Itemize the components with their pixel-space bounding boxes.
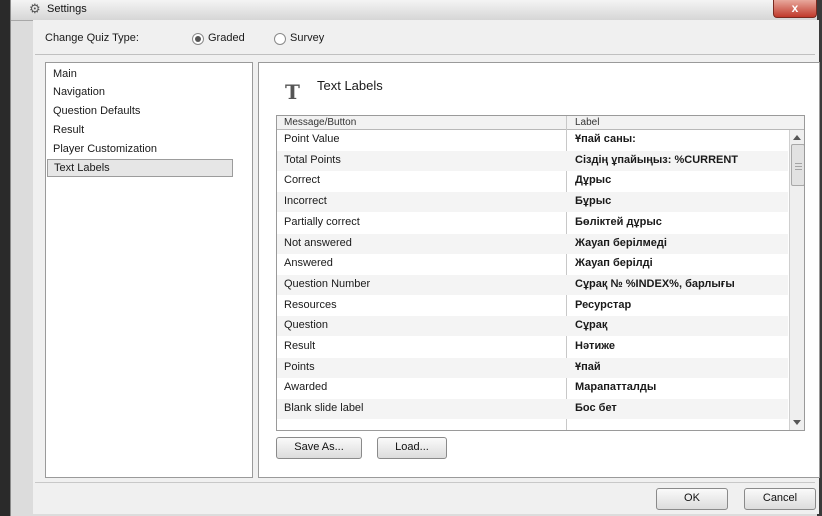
table-row[interactable]: Not answered Жауап берілмеді	[277, 233, 788, 254]
sidebar-item-result[interactable]: Result	[53, 122, 84, 138]
message-cell: Point Value	[284, 133, 340, 145]
message-cell: Result	[284, 340, 316, 352]
table-row[interactable]: Partially correct Бөліктей дұрыс	[277, 213, 788, 233]
message-cell: Awarded	[284, 381, 328, 394]
table-row[interactable]: Result Нәтиже	[277, 337, 788, 357]
radio-graded-label[interactable]: Graded	[208, 32, 245, 44]
scroll-thumb[interactable]: — — —	[791, 144, 804, 186]
label-cell[interactable]: Ұпай саны:	[575, 133, 787, 145]
table-header: Message/Button Label	[277, 116, 804, 130]
load-button[interactable]: Load...	[377, 437, 447, 459]
divider	[35, 54, 815, 55]
message-cell: Points	[284, 360, 315, 373]
message-cell: Not answered	[284, 236, 352, 249]
table-row[interactable]: Total Points Сіздің ұпайыңыз: %CURRENT	[277, 150, 788, 171]
message-cell: Partially correct	[284, 215, 360, 228]
scroll-up-arrow-icon[interactable]	[793, 135, 801, 140]
table-row[interactable]: Answered Жауап берілді	[277, 254, 788, 274]
label-cell[interactable]: Жауап берілмеді	[575, 237, 787, 249]
table-row[interactable]: Blank slide label Бос бет	[277, 399, 788, 420]
quiz-type-label: Change Quiz Type:	[45, 32, 139, 44]
table-row[interactable]: Correct Дұрыс	[277, 171, 788, 191]
scroll-down-arrow-icon[interactable]	[793, 420, 801, 425]
label-cell[interactable]: Бұрыс	[575, 195, 787, 207]
close-button[interactable]: x	[773, 0, 817, 18]
sidebar-item-question-defaults[interactable]: Question Defaults	[53, 103, 140, 119]
footer-divider	[35, 482, 815, 483]
save-as-button[interactable]: Save As...	[276, 437, 362, 459]
message-cell: Question	[284, 319, 329, 332]
table-row[interactable]: Resources Ресурстар	[277, 296, 788, 316]
table-row[interactable]: Question Сұрақ	[277, 316, 788, 337]
message-cell: Answered	[284, 257, 333, 270]
message-cell: Incorrect	[284, 195, 327, 208]
title-bar[interactable]: ⚙ Settings x	[11, 0, 817, 21]
sidebar-item-player-customization[interactable]: Player Customization	[53, 141, 157, 157]
table-row[interactable]: Points Ұпай	[277, 357, 788, 378]
label-cell[interactable]: Дұрыс	[575, 174, 787, 186]
text-labels-panel: T Text Labels Message/Button Label Point…	[258, 62, 820, 478]
label-cell[interactable]: Марапатталды	[575, 381, 787, 393]
label-cell[interactable]: Сұрақ № %INDEX%, барлығы	[575, 278, 787, 290]
message-cell: Resources	[284, 298, 337, 311]
label-cell[interactable]: Бөліктей дұрыс	[575, 216, 787, 228]
panel-title: Text Labels	[317, 78, 383, 93]
table-row[interactable]: Point Value Ұпай саны:	[277, 130, 788, 150]
message-cell: Correct	[284, 174, 321, 187]
table-row[interactable]: Question Number Сұрақ № %INDEX%, барлығы	[277, 274, 788, 295]
sidebar-item-main[interactable]: Main	[53, 66, 77, 82]
label-cell[interactable]: Бос бет	[575, 402, 787, 414]
label-cell[interactable]: Нәтиже	[575, 340, 787, 352]
settings-gear-icon: ⚙	[29, 1, 41, 16]
background-strip-left	[0, 0, 10, 516]
label-cell[interactable]: Жауап берілді	[575, 257, 787, 269]
sidebar-item-text-labels[interactable]: Text Labels	[47, 159, 233, 177]
label-cell[interactable]: Ұпай	[575, 361, 787, 373]
settings-window: ⚙ Settings x Change Quiz Type: Graded Su…	[10, 0, 820, 516]
text-t-icon: T	[285, 80, 300, 104]
window-title: Settings	[47, 3, 87, 15]
table-row[interactable]: Incorrect Бұрыс	[277, 192, 788, 213]
sidebar-item-navigation[interactable]: Navigation	[53, 84, 105, 100]
radio-graded[interactable]	[192, 33, 204, 45]
label-cell[interactable]: Ресурстар	[575, 299, 787, 311]
cancel-button[interactable]: Cancel	[744, 488, 816, 510]
label-cell[interactable]: Сіздің ұпайыңыз: %CURRENT	[575, 154, 787, 166]
ok-button[interactable]: OK	[656, 488, 728, 510]
column-header-message[interactable]: Message/Button	[284, 116, 356, 129]
column-header-label[interactable]: Label	[575, 116, 599, 129]
settings-content: Change Quiz Type: Graded Survey Main Nav…	[33, 20, 820, 514]
vertical-scrollbar[interactable]: — — —	[789, 130, 804, 430]
message-cell: Blank slide label	[284, 402, 364, 415]
table-row[interactable]: Awarded Марапатталды	[277, 378, 788, 398]
sidebar: Main Navigation Question Defaults Result…	[45, 62, 253, 478]
radio-survey[interactable]	[274, 33, 286, 45]
grip-icon: — — —	[795, 160, 802, 173]
radio-survey-label[interactable]: Survey	[290, 32, 324, 44]
message-cell: Total Points	[284, 153, 341, 166]
message-cell: Question Number	[284, 277, 371, 290]
labels-table: Message/Button Label Point Value Ұпай сан…	[276, 115, 805, 431]
label-cell[interactable]: Сұрақ	[575, 319, 787, 331]
